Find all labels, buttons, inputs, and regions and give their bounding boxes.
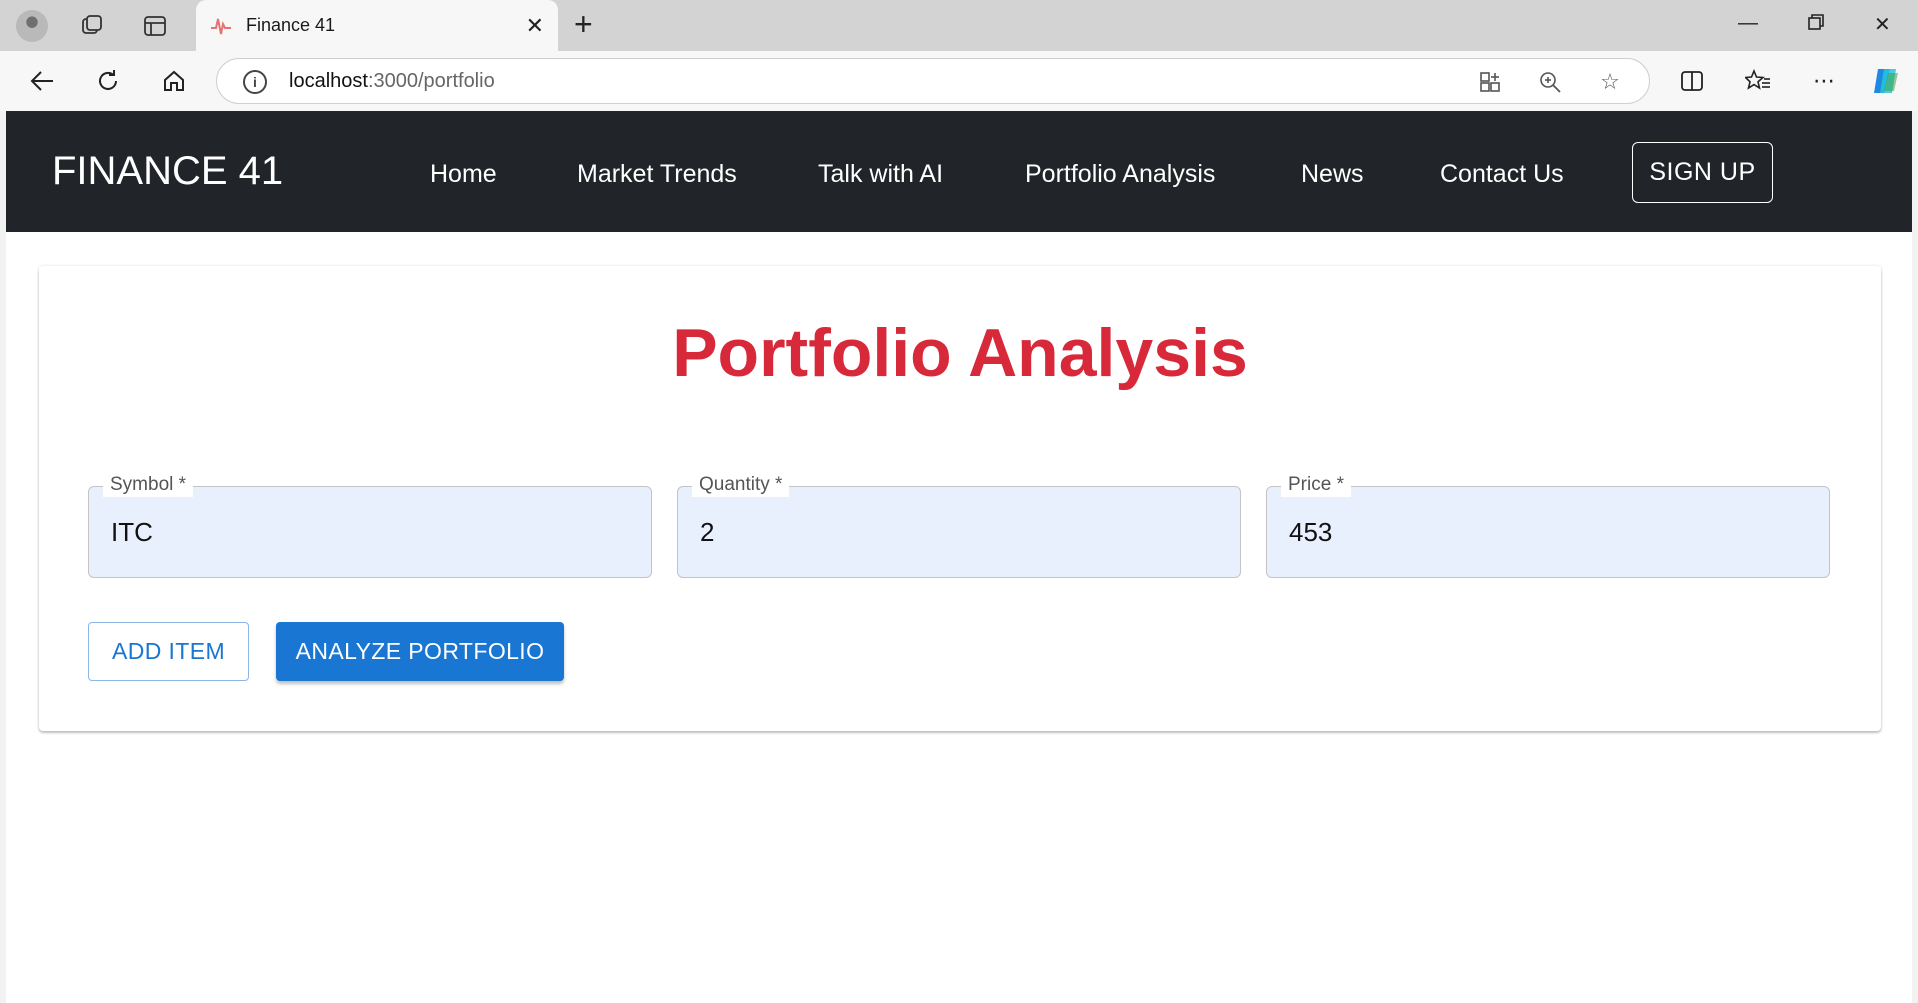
close-icon[interactable]: ✕ <box>526 13 544 39</box>
tab-actions-icon[interactable] <box>139 10 171 42</box>
quantity-label: Quantity * <box>692 473 790 497</box>
nav-link-portfolio-analysis[interactable]: Portfolio Analysis <box>1025 160 1215 189</box>
top-navbar: FINANCE 41 Home Market Trends Talk with … <box>6 111 1912 232</box>
quantity-field[interactable]: Quantity * 2 <box>677 473 1241 578</box>
nav-link-home[interactable]: Home <box>430 160 497 189</box>
active-tab[interactable]: Finance 41 ✕ <box>196 0 558 51</box>
browser-tab-strip: Finance 41 ✕ + — ✕ <box>0 0 1918 51</box>
site-info-icon[interactable]: i <box>243 70 267 94</box>
browser-toolbar: i localhost:3000/portfolio ☆ ⋯ <box>0 51 1918 111</box>
analyze-portfolio-button[interactable]: ANALYZE PORTFOLIO <box>276 622 564 681</box>
more-icon[interactable]: ⋯ <box>1808 65 1840 97</box>
url-text[interactable]: localhost:3000/portfolio <box>289 70 495 93</box>
add-item-button[interactable]: ADD ITEM <box>88 622 249 681</box>
collections-icon[interactable] <box>76 10 108 42</box>
quantity-value[interactable]: 2 <box>700 517 714 548</box>
brand-logo[interactable]: FINANCE 41 <box>52 149 283 194</box>
refresh-icon[interactable] <box>92 65 124 97</box>
favorite-star-icon[interactable]: ☆ <box>1597 69 1623 95</box>
back-icon[interactable] <box>26 65 58 97</box>
window-close-icon[interactable]: ✕ <box>1874 12 1891 37</box>
favorites-icon[interactable] <box>1742 65 1774 97</box>
copilot-icon[interactable] <box>1870 65 1902 97</box>
nav-link-news[interactable]: News <box>1301 160 1364 189</box>
nav-link-contact-us[interactable]: Contact Us <box>1440 160 1564 189</box>
site-favicon <box>211 18 231 35</box>
minimize-icon[interactable]: — <box>1738 12 1758 35</box>
split-screen-icon[interactable] <box>1676 65 1708 97</box>
nav-link-talk-with-ai[interactable]: Talk with AI <box>818 160 943 189</box>
signup-button[interactable]: SIGN UP <box>1632 142 1773 203</box>
price-value[interactable]: 453 <box>1289 517 1332 548</box>
profile-avatar[interactable] <box>16 10 48 42</box>
symbol-field[interactable]: Symbol * ITC <box>88 473 652 578</box>
app-available-icon[interactable] <box>1477 69 1503 95</box>
price-field[interactable]: Price * 453 <box>1266 473 1830 578</box>
new-tab-icon[interactable]: + <box>574 8 593 40</box>
nav-link-market-trends[interactable]: Market Trends <box>577 160 737 189</box>
price-label: Price * <box>1281 473 1351 497</box>
restore-icon[interactable] <box>1806 12 1826 38</box>
tab-title: Finance 41 <box>246 15 336 35</box>
page-title: Portfolio Analysis <box>672 315 1248 391</box>
portfolio-card: Portfolio Analysis Symbol * ITC Quantity… <box>39 266 1881 731</box>
zoom-icon[interactable] <box>1537 69 1563 95</box>
home-icon[interactable] <box>158 65 190 97</box>
address-bar[interactable]: i localhost:3000/portfolio ☆ <box>216 58 1650 104</box>
symbol-label: Symbol * <box>103 473 194 497</box>
symbol-value[interactable]: ITC <box>111 517 153 548</box>
web-page: FINANCE 41 Home Market Trends Talk with … <box>6 111 1912 1003</box>
